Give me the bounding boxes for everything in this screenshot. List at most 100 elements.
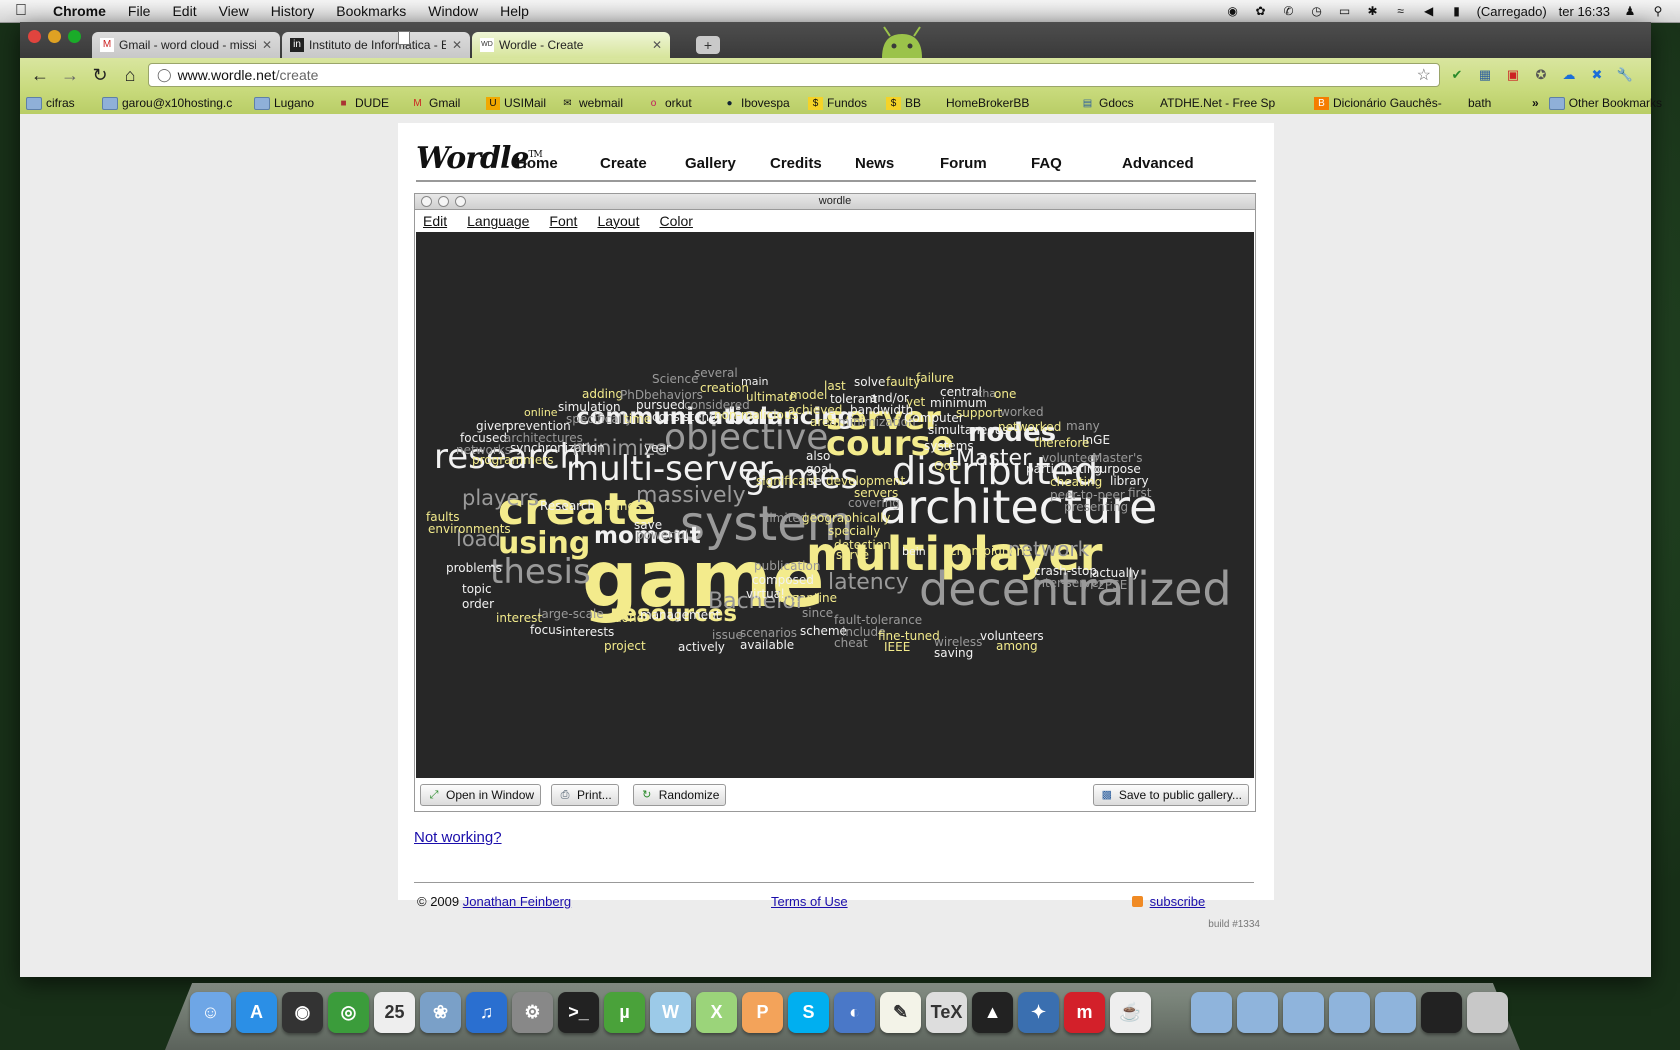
downloads-stack-icon[interactable] <box>1283 992 1324 1033</box>
cloud-word[interactable]: non-malicious <box>714 409 798 421</box>
cloud-word[interactable]: model <box>790 389 827 401</box>
status-paw-icon[interactable]: ✿ <box>1253 4 1269 18</box>
nav-home[interactable]: Home <box>516 155 600 172</box>
cloud-word[interactable]: first <box>1128 487 1151 499</box>
applet-zoom-button[interactable] <box>455 196 466 207</box>
cloud-word[interactable]: set <box>808 475 826 487</box>
cloud-word[interactable]: programmers <box>472 454 553 466</box>
randomize-button[interactable]: ↻ Randomize <box>632 784 727 806</box>
itunes-icon[interactable]: ♫ <box>466 992 507 1033</box>
cloud-word[interactable]: cheat <box>834 637 868 649</box>
bookmark-3[interactable]: ■ DUDE <box>336 96 396 110</box>
applet-menu-edit[interactable]: Edit <box>423 213 447 229</box>
cloud-word[interactable]: systems <box>924 440 974 452</box>
forward-arrow-icon[interactable]: → <box>58 63 82 87</box>
network-icon[interactable]: ◐ <box>834 992 875 1033</box>
bookmark-1[interactable]: garou@x10hosting.c <box>102 96 240 110</box>
cloud-word[interactable]: adding <box>582 388 623 400</box>
cloud-word[interactable]: Research <box>540 500 595 512</box>
bookmarks-overflow-chevron[interactable]: » <box>1532 96 1539 110</box>
tab-gmail[interactable]: M Gmail - word cloud - missio ✕ <box>92 32 280 58</box>
cloud-word[interactable]: several <box>694 367 738 379</box>
bookmark-7[interactable]: o orkut <box>646 96 708 110</box>
applet-minimize-button[interactable] <box>438 196 449 207</box>
powerpoint-icon[interactable]: P <box>742 992 783 1033</box>
bookmark-15[interactable]: bath <box>398 31 1518 110</box>
nav-credits[interactable]: Credits <box>770 155 855 172</box>
status-app-icon[interactable]: ◉ <box>1225 4 1241 18</box>
wrench-menu-icon[interactable]: 🔧 <box>1614 64 1636 86</box>
back-arrow-icon[interactable]: ← <box>28 63 52 87</box>
cloud-word[interactable]: champignons <box>950 545 1031 557</box>
cloud-word[interactable]: composed <box>752 574 814 586</box>
cloud-word[interactable]: order <box>462 598 494 610</box>
menu-edit[interactable]: Edit <box>161 3 207 19</box>
word-icon[interactable]: W <box>650 992 691 1033</box>
extension-gift-icon[interactable]: ▣ <box>1502 64 1524 86</box>
extension-weather-icon[interactable]: ☁ <box>1558 64 1580 86</box>
close-window-button[interactable] <box>28 30 41 43</box>
open-in-window-button[interactable]: ⤢ Open in Window <box>420 784 542 806</box>
cloud-word[interactable]: since <box>802 607 833 619</box>
inkscape-icon[interactable]: ▲ <box>972 992 1013 1033</box>
tab-instituto[interactable]: in Instituto de Informática - Ed ✕ <box>282 32 470 58</box>
menu-app-chrome[interactable]: Chrome <box>42 3 117 19</box>
cloud-word[interactable]: also <box>806 450 830 462</box>
apple-menu-icon[interactable]:  <box>0 2 42 20</box>
cloud-word[interactable]: topic <box>462 583 492 595</box>
cloud-word[interactable]: one <box>994 388 1016 400</box>
applet-close-button[interactable] <box>421 196 432 207</box>
cloud-word[interactable]: consistency <box>652 411 723 423</box>
address-bar[interactable]: ◯ www.wordle.net /create ☆ <box>148 63 1440 87</box>
bluetooth-icon[interactable]: ✱ <box>1365 4 1381 18</box>
volume-icon[interactable]: ◀ <box>1421 4 1437 18</box>
tab-wordle[interactable]: WD Wordle - Create ✕ <box>472 32 670 58</box>
miro-icon[interactable]: m <box>1064 992 1105 1033</box>
cloud-word[interactable]: interests <box>562 626 614 638</box>
cloud-word[interactable]: creation <box>700 382 749 394</box>
bookmark-star-icon[interactable]: ☆ <box>1417 65 1431 85</box>
subscribe-link[interactable]: subscribe <box>1150 894 1206 909</box>
word-cloud-canvas[interactable]: game decentralized multiplayer architecture… <box>416 232 1254 778</box>
cloud-word[interactable]: participating <box>1026 463 1102 475</box>
battery-status[interactable]: (Carregado) <box>1477 4 1547 19</box>
reload-icon[interactable]: ↻ <box>88 63 112 87</box>
cloud-word[interactable]: IEEE <box>884 641 910 653</box>
nav-faq[interactable]: FAQ <box>1031 155 1122 172</box>
extension-calendar-icon[interactable]: ▦ <box>1474 64 1496 86</box>
print-button[interactable]: ⎙ Print... <box>551 784 619 806</box>
cloud-word[interactable]: massively <box>636 484 746 507</box>
cloud-word[interactable]: many <box>1066 420 1100 432</box>
home-icon[interactable]: ⌂ <box>118 63 142 87</box>
finder-icon[interactable]: ☺ <box>190 992 231 1033</box>
cloud-word[interactable]: QoS <box>934 460 958 472</box>
nav-advanced[interactable]: Advanced <box>1122 155 1194 172</box>
menu-view[interactable]: View <box>208 3 260 19</box>
cloud-word[interactable]: powerful <box>636 529 688 541</box>
cloud-word[interactable]: specially <box>828 525 880 537</box>
cloud-word[interactable]: solve <box>854 376 885 388</box>
bookmark-12[interactable]: ▤ Gdocs <box>1080 96 1146 110</box>
terminal-window-icon[interactable] <box>1421 992 1462 1033</box>
terms-of-use-link[interactable]: Terms of Use <box>771 894 848 909</box>
chrome-icon[interactable]: ◎ <box>328 992 369 1033</box>
bookmark-0[interactable]: cifras <box>26 96 88 110</box>
trash-icon[interactable] <box>1467 992 1508 1033</box>
user-icon[interactable]: ♟ <box>1622 4 1638 18</box>
cloud-word[interactable]: brings <box>604 500 641 512</box>
close-tab-icon[interactable]: ✕ <box>262 38 272 52</box>
cloud-word[interactable]: byzantine <box>778 592 837 604</box>
menu-help[interactable]: Help <box>489 3 540 19</box>
cloud-word[interactable]: support <box>956 407 1002 419</box>
not-working-link[interactable]: Not working? <box>414 829 502 846</box>
applet-menu-font[interactable]: Font <box>549 213 577 229</box>
nav-gallery[interactable]: Gallery <box>685 155 770 172</box>
cloud-word[interactable]: year <box>644 442 671 454</box>
close-tab-icon[interactable]: ✕ <box>452 38 462 52</box>
cloud-word[interactable]: large-scale <box>538 608 604 620</box>
cloud-word[interactable]: presenting <box>1064 501 1128 513</box>
cloud-word[interactable]: bein <box>902 546 926 557</box>
cloud-word[interactable]: actively <box>678 641 725 653</box>
display-icon[interactable]: ▭ <box>1337 4 1353 18</box>
skype-icon[interactable]: S <box>788 992 829 1033</box>
